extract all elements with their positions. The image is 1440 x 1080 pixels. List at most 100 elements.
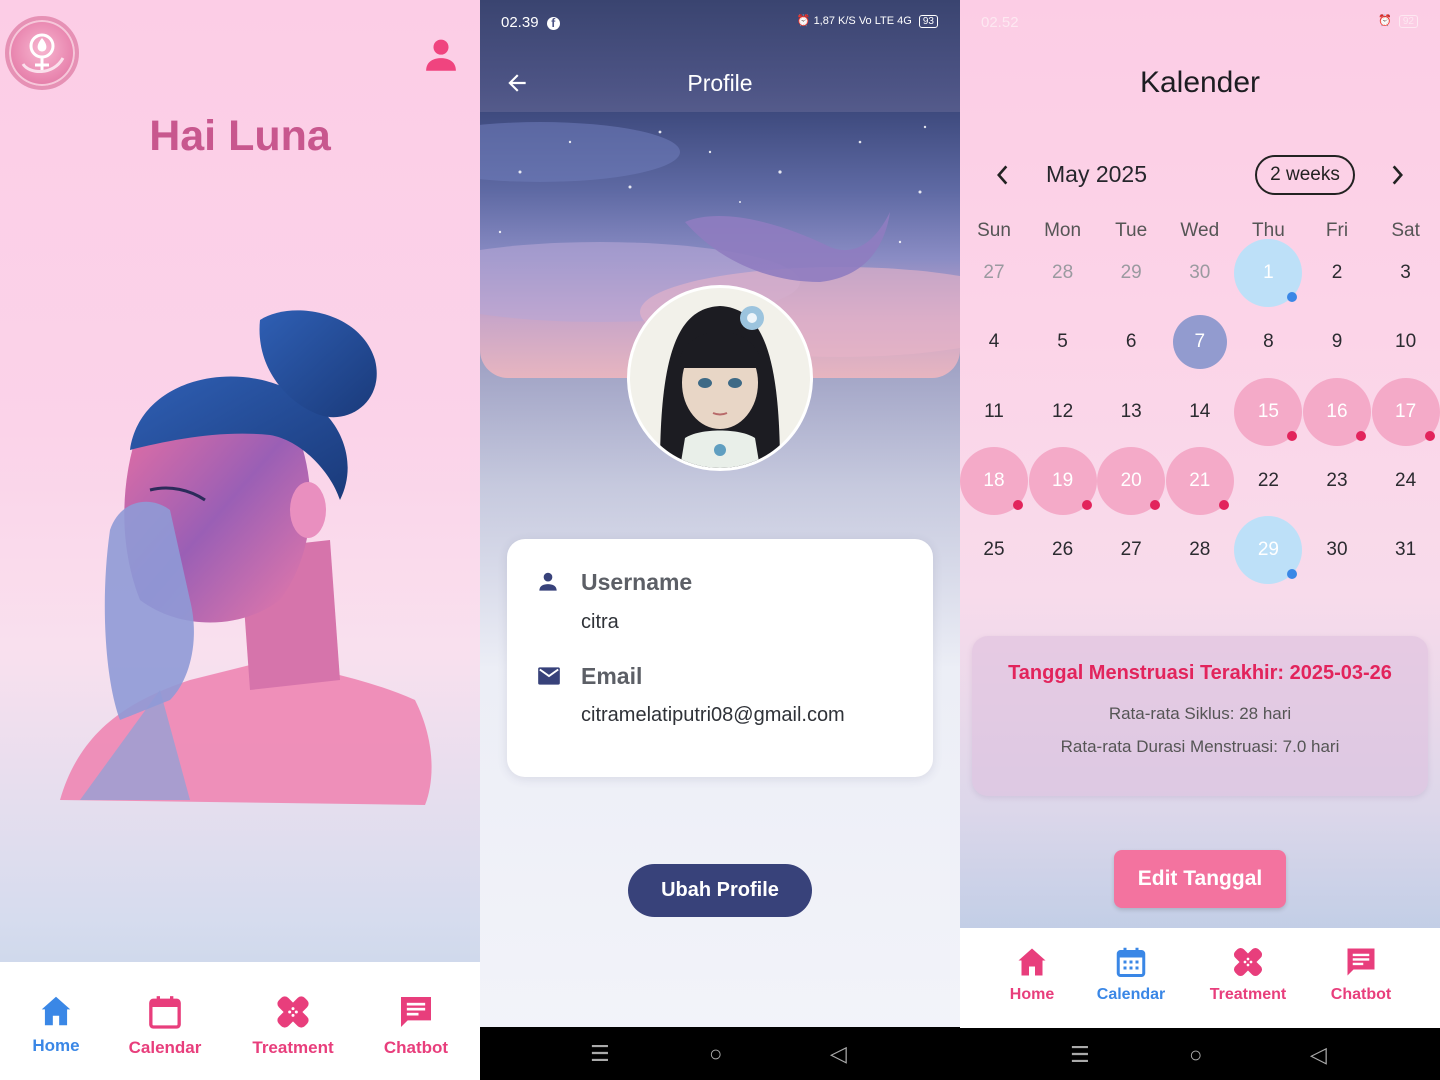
venus-drop-icon [21, 33, 65, 73]
nav-treatment-label: Treatment [252, 1038, 334, 1057]
nav-calendar-label: Calendar [1096, 986, 1166, 1003]
calendar-icon [1116, 947, 1146, 977]
day-cell[interactable]: 14 [1166, 378, 1234, 446]
alarm-icon: ⏰ [796, 15, 811, 27]
treatment-icon [1233, 947, 1263, 977]
period-marker [1081, 499, 1092, 510]
home-screen: Hai Luna Home Calendar Treatment Chatbot [0, 0, 480, 1080]
facebook-icon: f [546, 17, 560, 30]
email-value: citramelatiputri08@gmail.com [581, 704, 845, 726]
day-cell[interactable]: 27 [960, 239, 1028, 307]
day-cell[interactable]: 28 [1029, 239, 1097, 307]
day-cell[interactable]: 3 [1372, 239, 1440, 307]
chevron-right-icon[interactable] [1390, 162, 1406, 193]
nav-home[interactable]: Home [992, 944, 1072, 1004]
month-label: May 2025 [1046, 161, 1148, 187]
period-marker [1356, 430, 1366, 441]
status-indicators: ⏰ 92 [1378, 14, 1418, 28]
chat-icon [401, 997, 431, 1027]
username-label: Username [581, 569, 693, 595]
day-cell[interactable]: 30 [1303, 516, 1371, 584]
period-marker [1150, 499, 1161, 510]
home-icon [1018, 948, 1046, 976]
email-label: Email [581, 663, 643, 689]
day-cell[interactable]: 28 [1166, 516, 1234, 584]
woman-illustration [40, 300, 440, 820]
prediction-marker [1287, 569, 1298, 580]
nav-treatment-label: Treatment [1209, 986, 1287, 1003]
day-cell[interactable]: 5 [1029, 308, 1097, 376]
day-cell[interactable]: 27 [1097, 516, 1165, 584]
day-cell[interactable]: 23 [1303, 447, 1371, 515]
edit-profile-button[interactable]: Ubah Profile [628, 864, 812, 917]
status-clock: 02.39 [501, 14, 539, 31]
period-marker [1424, 430, 1435, 441]
day-cell[interactable]: 24 [1372, 447, 1440, 515]
nav-chatbot-label: Chatbot [383, 1038, 449, 1057]
period-marker [1218, 499, 1229, 510]
day-cell[interactable]: 11 [960, 378, 1028, 446]
username-value: citra [581, 611, 619, 633]
nav-chatbot-label: Chatbot [1330, 986, 1392, 1003]
avg-cycle-text: Rata-rata Siklus: 28 hari [1108, 704, 1292, 723]
day-cell[interactable]: 30 [1166, 239, 1234, 307]
day-cell[interactable]: 25 [960, 516, 1028, 584]
avg-duration-text: Rata-rata Durasi Menstruasi: 7.0 hari [1060, 737, 1340, 756]
format-toggle-button[interactable]: 2 weeks [1255, 155, 1355, 195]
day-cell[interactable]: 7 [1172, 315, 1227, 370]
day-cell[interactable]: 2 [1303, 239, 1371, 307]
profile-icon[interactable] [420, 34, 462, 76]
recents-icon[interactable]: ☰ [590, 1041, 610, 1067]
nav-treatment[interactable]: Treatment [243, 992, 343, 1058]
period-marker [1013, 499, 1023, 510]
prediction-marker [1287, 292, 1298, 302]
status-indicators: ⏰ 1,87 K/S Vo LTE 4G 93 [797, 14, 938, 28]
day-cell[interactable]: 9 [1303, 308, 1371, 376]
back-triangle-icon[interactable]: ◁ [830, 1041, 847, 1067]
day-cell[interactable]: 26 [1029, 516, 1097, 584]
day-cell[interactable]: 8 [1234, 308, 1302, 376]
nav-chatbot[interactable]: Chatbot [1321, 944, 1401, 1004]
nav-calendar[interactable]: Calendar [120, 992, 210, 1058]
profile-avatar[interactable] [627, 285, 813, 471]
day-cell[interactable]: 12 [1029, 378, 1097, 446]
nav-calendar[interactable]: Calendar [1086, 944, 1176, 1004]
bottom-nav: Home Calendar Treatment Chatbot [960, 928, 1440, 1028]
chat-icon [1347, 948, 1375, 976]
nav-home-label: Home [32, 1036, 80, 1055]
system-nav-bar: ☰ ○ ◁ [480, 1027, 960, 1080]
person-icon [535, 569, 561, 600]
nav-chatbot[interactable]: Chatbot [376, 992, 456, 1058]
back-triangle-icon[interactable]: ◁ [1310, 1042, 1327, 1068]
calendar-icon [149, 996, 181, 1029]
day-cell[interactable]: 10 [1372, 308, 1440, 376]
nav-home-label: Home [1009, 986, 1055, 1003]
day-cell[interactable]: 6 [1097, 308, 1165, 376]
profile-info-card: Username citra Email citramelatiputri08@… [507, 539, 933, 777]
nav-treatment[interactable]: Treatment [1198, 944, 1298, 1004]
recents-icon[interactable]: ☰ [1070, 1042, 1090, 1068]
app-logo [5, 16, 79, 90]
home-circle-icon[interactable]: ○ [709, 1041, 722, 1067]
battery-indicator: 93 [918, 15, 938, 28]
network-speed: 1,87 K/S Vo LTE 4G [813, 15, 912, 27]
day-cell[interactable]: 29 [1097, 239, 1165, 307]
cycle-info-card: Tanggal Menstruasi Terakhir: 2025-03-26 … [972, 636, 1428, 796]
system-nav-bar: ☰ ○ ◁ [960, 1028, 1440, 1080]
profile-screen: 02.39 f ⏰ 1,87 K/S Vo LTE 4G 93 Profile [480, 0, 960, 1080]
day-cell[interactable]: 22 [1234, 447, 1302, 515]
battery-indicator: 92 [1398, 15, 1418, 28]
home-circle-icon[interactable]: ○ [1189, 1042, 1202, 1068]
page-title: Kalender [1139, 66, 1261, 99]
chevron-left-icon[interactable] [994, 162, 1010, 193]
nav-home[interactable]: Home [16, 992, 96, 1056]
day-cell[interactable]: 13 [1097, 378, 1165, 446]
bottom-nav: Home Calendar Treatment Chatbot [0, 962, 480, 1080]
home-icon [41, 996, 71, 1026]
calendar-screen: 02.52 ⏰ 92 Kalender May 2025 2 weeks Sun… [960, 0, 1440, 1080]
edit-date-button[interactable]: Edit Tanggal [1114, 850, 1286, 908]
day-cell[interactable]: 31 [1372, 516, 1440, 584]
day-cell[interactable]: 4 [960, 308, 1028, 376]
period-marker [1287, 430, 1298, 441]
greeting-title: Hai Luna [149, 112, 331, 160]
